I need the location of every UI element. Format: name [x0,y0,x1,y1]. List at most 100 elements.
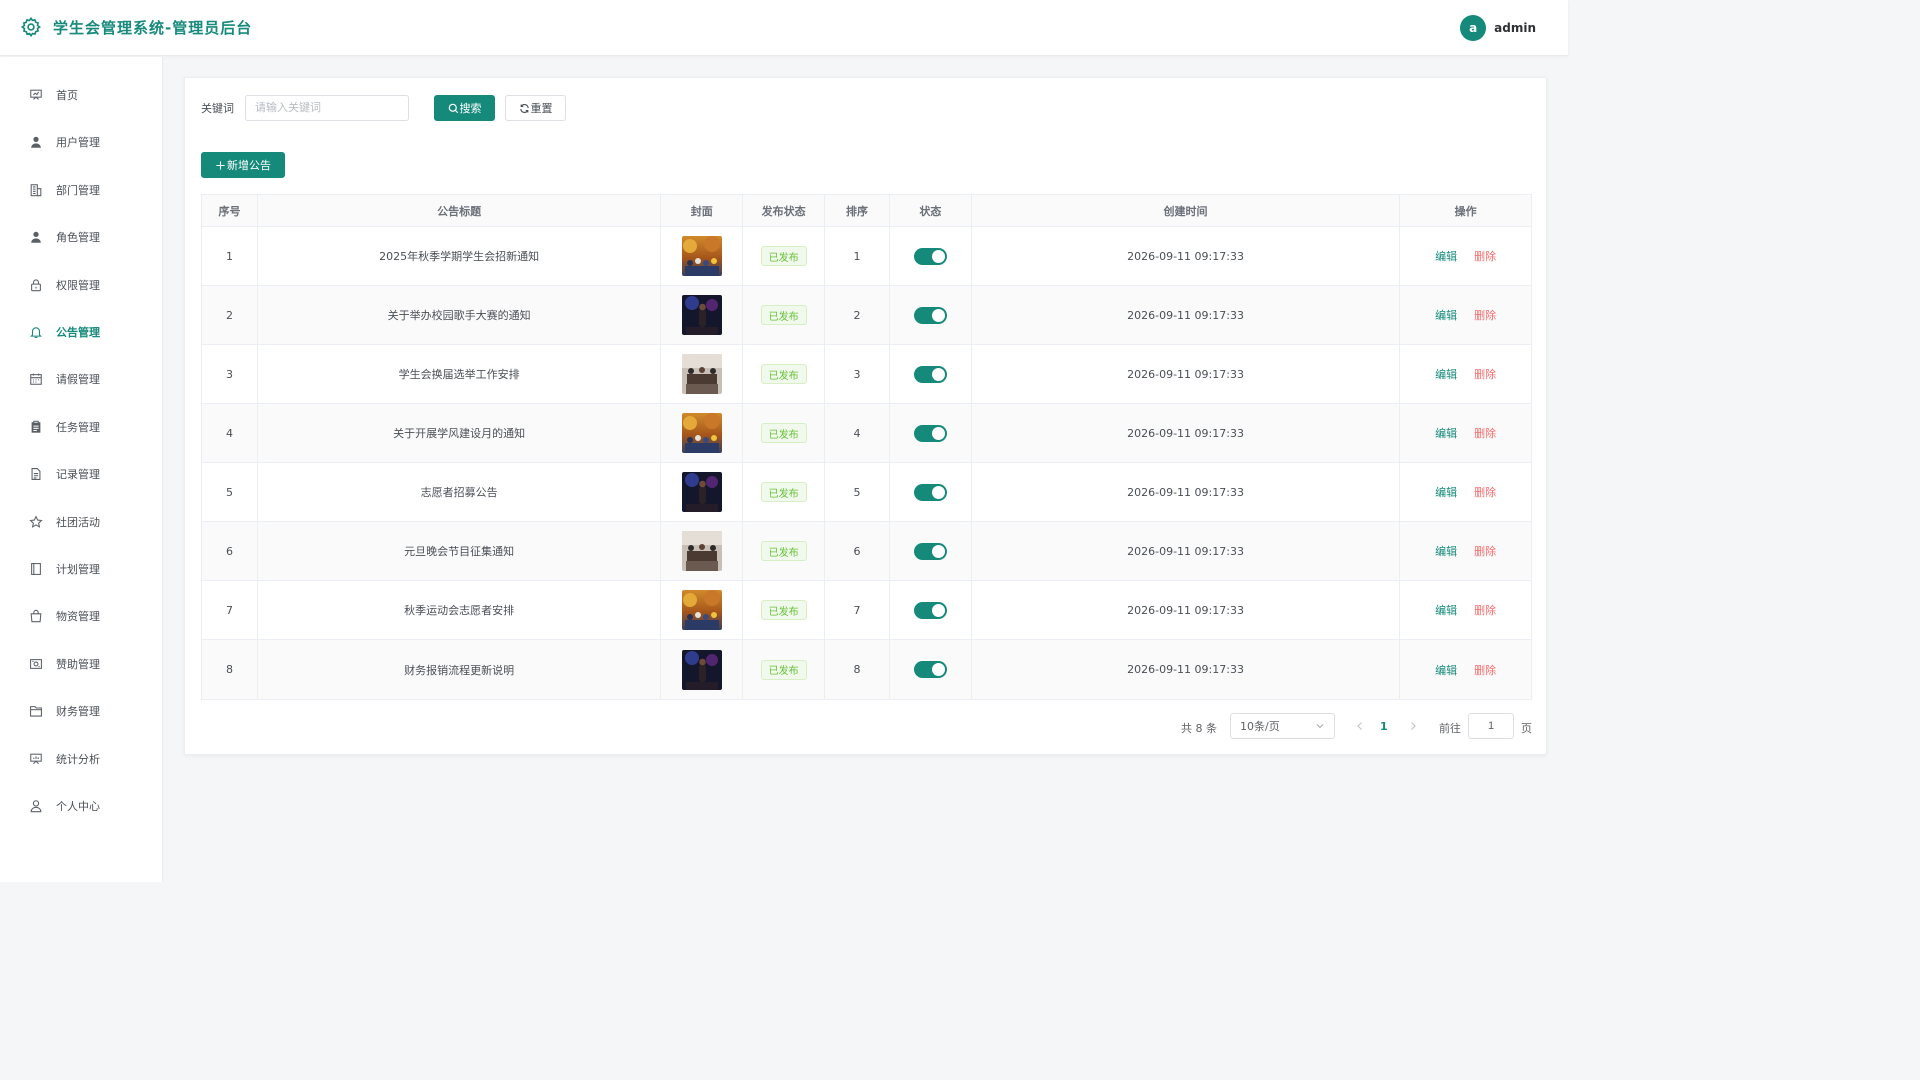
keyword-input[interactable] [245,95,409,121]
sidebar-item-4[interactable]: 角色管理 [0,217,162,257]
edit-button[interactable]: 编辑 [1435,543,1457,559]
cell-cover [661,286,744,344]
cell-created: 2026-09-11 09:17:33 [972,404,1401,462]
sidebar-item-11[interactable]: 计划管理 [0,549,162,589]
cover-image[interactable] [681,295,722,335]
cell-publish-status: 已发布 [743,404,826,462]
column-header[interactable]: 创建时间 [972,195,1401,226]
status-toggle[interactable] [913,483,947,501]
column-header[interactable]: 状态 [890,195,972,226]
status-toggle[interactable] [913,247,947,265]
sidebar-item-7[interactable]: 请假管理 [0,359,162,399]
table-row: 5 志愿者招募公告 已发布 5 2026-09-11 09:17:33 编辑 删除 [202,463,1531,522]
notebook-icon [31,563,41,575]
cell-actions: 编辑 删除 [1400,286,1531,344]
status-toggle[interactable] [913,661,947,678]
sidebar-item-10[interactable]: 社团活动 [0,502,162,542]
goto-suffix: 页 [1521,722,1532,735]
edit-button[interactable]: 编辑 [1435,248,1457,264]
cell-actions: 编辑 删除 [1400,522,1531,580]
column-header[interactable]: 操作 [1400,195,1531,226]
column-header[interactable]: 公告标题 [258,195,662,226]
sidebar-item-12[interactable]: 物资管理 [0,596,162,636]
reset-button[interactable]: 重置 [505,95,566,121]
edit-button[interactable]: 编辑 [1435,366,1457,382]
edit-button[interactable]: 编辑 [1435,425,1457,441]
sidebar-item-16[interactable]: 个人中心 [0,786,162,826]
edit-button[interactable]: 编辑 [1435,307,1457,323]
username[interactable]: admin [1494,21,1536,35]
cell-index: 2 [202,286,258,344]
sidebar-item-label: 统计分析 [56,752,100,766]
sidebar-item-8[interactable]: 任务管理 [0,407,162,447]
edit-button[interactable]: 编辑 [1435,662,1457,678]
cell-cover [661,345,744,403]
cell-cover [661,581,744,639]
user-icon [31,231,41,243]
cover-image[interactable] [681,413,722,453]
sidebar-item-9[interactable]: 记录管理 [0,454,162,494]
delete-button[interactable]: 删除 [1474,366,1496,382]
edit-button[interactable]: 编辑 [1435,484,1457,500]
cover-image[interactable] [681,236,722,276]
delete-button[interactable]: 删除 [1474,484,1496,500]
cell-cover [661,227,744,285]
status-toggle[interactable] [913,306,947,324]
status-toggle[interactable] [913,601,947,619]
delete-button[interactable]: 删除 [1474,662,1496,678]
sidebar-item-14[interactable]: 财务管理 [0,691,162,731]
delete-button[interactable]: 删除 [1474,425,1496,441]
sidebar-item-15[interactable]: 统计分析 [0,739,162,779]
cover-image[interactable] [681,649,722,690]
delete-button[interactable]: 删除 [1474,307,1496,323]
cell-sort: 4 [825,404,890,462]
goto-page-input[interactable] [1468,713,1514,739]
cell-index: 3 [202,345,258,403]
sidebar-item-6[interactable]: 公告管理 [0,312,162,352]
column-header[interactable]: 序号 [202,195,258,226]
column-header[interactable]: 封面 [661,195,744,226]
user-menu[interactable]: a admin [1460,15,1536,41]
delete-button[interactable]: 删除 [1474,543,1496,559]
next-page-icon[interactable] [1406,719,1420,733]
status-toggle[interactable] [913,365,947,383]
cell-cover [661,463,744,521]
search-button-label: 搜索 [459,102,482,115]
sidebar-item-1[interactable]: 首页 [0,75,162,115]
cell-created: 2026-09-11 09:17:33 [972,581,1401,639]
cell-sort: 8 [825,640,890,699]
cover-image[interactable] [681,472,722,512]
status-toggle[interactable] [913,542,947,560]
keyword-label: 关键词 [201,102,234,115]
status-badge: 已发布 [760,246,807,266]
sidebar-item-13[interactable]: 赞助管理 [0,644,162,684]
delete-button[interactable]: 删除 [1474,248,1496,264]
top-header: 学生会管理系统-管理员后台 a admin [0,0,1568,56]
cell-created: 2026-09-11 09:17:33 [972,522,1401,580]
cell-actions: 编辑 删除 [1400,227,1531,285]
delete-button[interactable]: 删除 [1474,602,1496,618]
bell-icon [30,327,42,338]
search-button[interactable]: 搜索 [434,95,495,121]
cover-image[interactable] [681,590,722,630]
status-toggle[interactable] [913,424,947,442]
page-size-select[interactable]: 10条/页 [1230,713,1335,739]
sidebar-item-label: 个人中心 [56,800,100,813]
edit-button[interactable]: 编辑 [1435,602,1457,618]
sidebar-item-2[interactable]: 用户管理 [0,122,162,162]
prev-page-icon[interactable] [1353,719,1367,733]
avatar[interactable]: a [1460,15,1487,41]
column-header[interactable]: 排序 [825,195,890,226]
folder-icon [30,706,42,717]
table-body: 1 2025年秋季学期学生会招新通知 已发布 1 2026-09-11 09:17:33… [202,227,1531,699]
column-header[interactable]: 发布状态 [743,195,826,226]
sidebar-item-5[interactable]: 权限管理 [0,265,162,305]
sidebar-item-3[interactable]: 部门管理 [0,170,162,210]
cover-image[interactable] [681,354,722,394]
page-number-current[interactable]: 1 [1380,720,1388,733]
status-badge: 已发布 [760,600,807,620]
table-header: 序号 公告标题 封面 发布状态 排序 状态 创建时间 操作 [202,195,1531,227]
add-announcement-button[interactable]: 新增公告 [201,152,285,178]
cover-image[interactable] [681,531,722,571]
cell-enabled [890,286,972,344]
